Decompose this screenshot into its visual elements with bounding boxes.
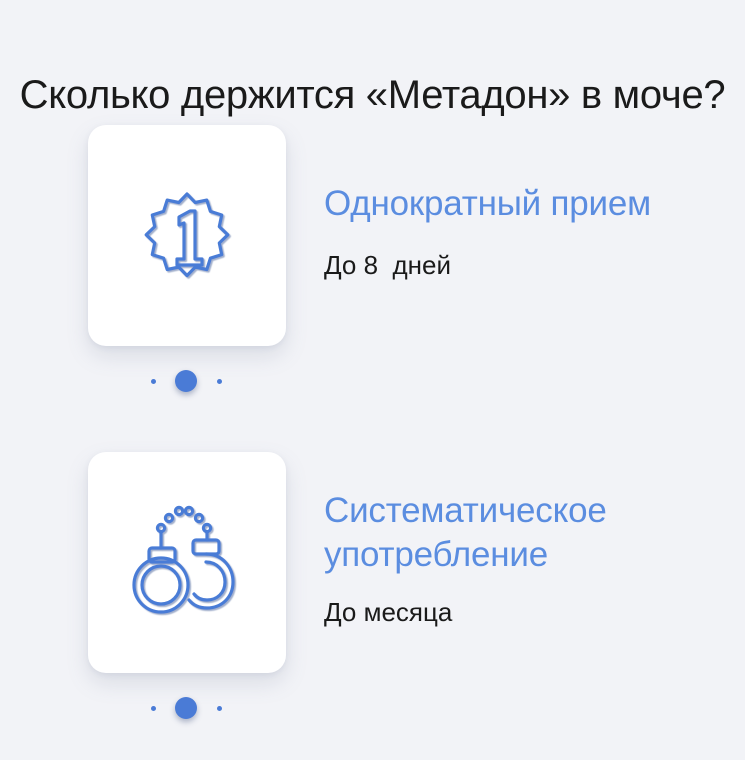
dot-active [175, 697, 197, 719]
pagination-dots [148, 368, 226, 394]
dot-small [151, 706, 156, 711]
badge-number-one-icon [144, 192, 230, 278]
dot-active [175, 370, 197, 392]
dot-small [217, 706, 222, 711]
dot-small [151, 379, 156, 384]
icon-card [88, 125, 286, 346]
handcuffs-icon [132, 505, 235, 614]
item-description: До 8 дней [324, 250, 452, 280]
pagination-dots [148, 695, 226, 721]
item-title: Систематическое употребление [324, 491, 607, 574]
item-title: Однократный прием [324, 184, 652, 223]
icon-card [88, 452, 286, 673]
list-item-single-dose: Однократный прием До 8 дней [0, 125, 745, 425]
dot-small [217, 379, 222, 384]
item-description: До месяца [324, 597, 453, 627]
page-title: Сколько держится «Метадон» в моче? [19, 72, 726, 117]
list-item-systematic-use: Систематическое употребление До месяца [0, 452, 745, 752]
